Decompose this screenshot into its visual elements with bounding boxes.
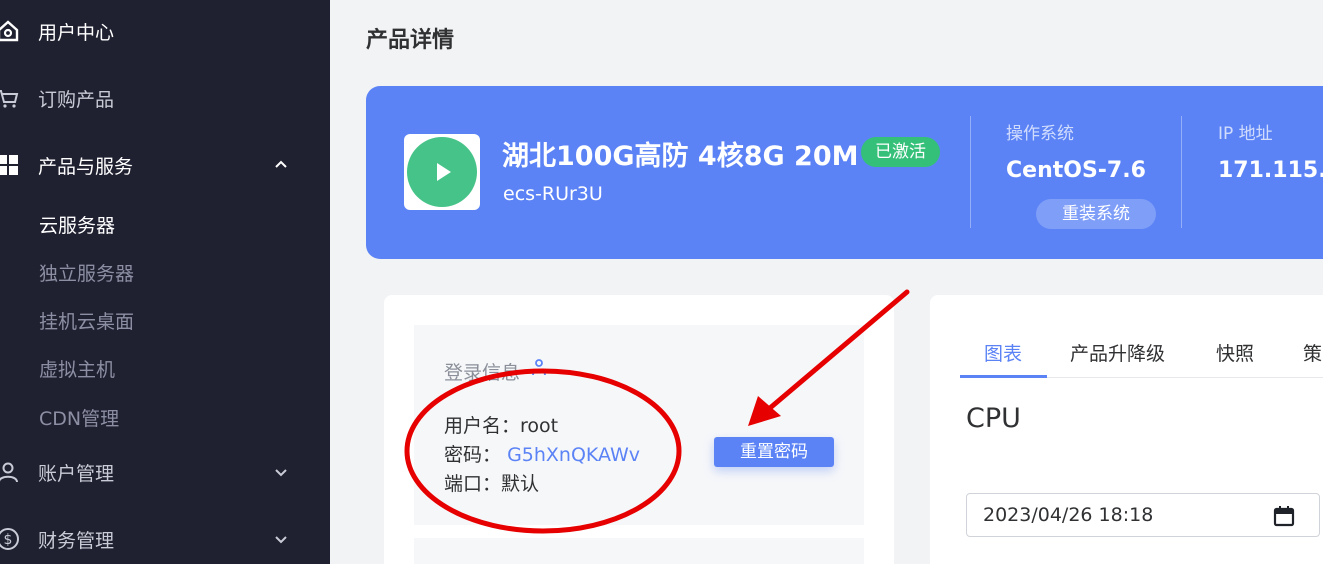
divider	[1181, 116, 1182, 228]
product-tabs-card: 图表 产品升降级 快照 策 CPU 2023/04/26 18:18	[930, 295, 1323, 564]
username-label: 用户名：	[444, 415, 521, 437]
username-row: 用户名：root	[444, 411, 558, 438]
sidebar-item-finance[interactable]: $ 财务管理	[0, 526, 330, 552]
sidebar-subitem-virtual-host[interactable]: 虚拟主机	[39, 355, 115, 382]
password-label: 密码：	[444, 444, 502, 466]
os-value: CentOS-7.6	[1006, 158, 1146, 183]
chevron-down-icon	[275, 469, 287, 477]
ip-value: 171.115.2	[1218, 158, 1323, 183]
tab-upgrade[interactable]: 产品升降级	[1070, 339, 1165, 366]
product-banner: 湖北100G高防 4核8G 20M 已激活 ecs-RUr3U 操作系统 Cen…	[366, 86, 1323, 259]
sidebar-item-label: 订购产品	[38, 88, 115, 111]
port-value: 默认	[501, 473, 540, 495]
grid-icon	[0, 153, 20, 177]
login-info-card: 登录信息 用户名：root 密码： G5hXnQKAWv 端口：默认 重置密码	[384, 295, 894, 564]
play-icon	[407, 137, 477, 207]
sidebar-item-label: 产品与服务	[38, 155, 134, 178]
tab-policy[interactable]: 策	[1303, 339, 1322, 366]
sidebar-item-label: 用户中心	[38, 21, 115, 44]
password-value[interactable]: G5hXnQKAWv	[507, 444, 640, 466]
dollar-icon: $	[0, 527, 20, 551]
tab-chart[interactable]: 图表	[984, 339, 1022, 366]
ip-label: IP 地址	[1218, 124, 1273, 144]
active-tab-indicator	[960, 375, 1047, 378]
login-info-panel: 登录信息 用户名：root 密码： G5hXnQKAWv 端口：默认 重置密码	[414, 325, 864, 525]
chart-title: CPU	[966, 403, 1021, 434]
product-status-icon	[404, 134, 480, 210]
svg-text:$: $	[4, 532, 13, 548]
status-badge: 已激活	[861, 137, 940, 167]
tab-snapshot[interactable]: 快照	[1216, 339, 1254, 366]
username-value: root	[520, 415, 559, 437]
cart-icon	[0, 86, 20, 110]
port-label: 端口：	[444, 473, 502, 495]
reinstall-os-button[interactable]: 重装系统	[1036, 199, 1156, 229]
password-row: 密码： G5hXnQKAWv	[444, 440, 640, 467]
port-row: 端口：默认	[444, 469, 539, 496]
calendar-icon[interactable]	[1273, 505, 1295, 527]
sidebar-subitem-dedicated-server[interactable]: 独立服务器	[39, 259, 134, 286]
divider	[970, 116, 971, 228]
chevron-up-icon	[275, 160, 287, 168]
sidebar-item-account[interactable]: 账户管理	[0, 459, 330, 485]
home-icon	[0, 19, 20, 43]
datetime-input[interactable]: 2023/04/26 18:18	[966, 493, 1320, 537]
product-name: 湖北100G高防 4核8G 20M	[502, 141, 859, 172]
user-icon	[0, 460, 20, 484]
os-label: 操作系统	[1006, 124, 1074, 144]
sidebar-item-order-products[interactable]: 订购产品	[0, 85, 330, 111]
sidebar-item-products-services[interactable]: 产品与服务	[0, 152, 330, 178]
reset-password-button[interactable]: 重置密码	[714, 437, 834, 467]
sidebar: 用户中心 订购产品 产品与服务 云服务器 独立服务器 挂机云桌面 虚拟主机 CD…	[0, 0, 330, 564]
info-icon[interactable]	[532, 358, 546, 376]
sidebar-subitem-cdn[interactable]: CDN管理	[39, 404, 119, 431]
sidebar-item-label: 账户管理	[38, 462, 115, 485]
sidebar-subitem-cloud-desktop[interactable]: 挂机云桌面	[39, 307, 134, 334]
datetime-value: 2023/04/26 18:18	[983, 504, 1154, 526]
page-title: 产品详情	[366, 28, 455, 53]
sidebar-item-user-center[interactable]: 用户中心	[0, 18, 330, 44]
chevron-down-icon	[275, 536, 287, 544]
product-id: ecs-RUr3U	[503, 183, 603, 205]
sidebar-item-label: 财务管理	[38, 529, 115, 552]
sidebar-subitem-cloud-server[interactable]: 云服务器	[39, 211, 115, 238]
secondary-panel	[414, 538, 864, 564]
login-info-title: 登录信息	[444, 362, 521, 384]
